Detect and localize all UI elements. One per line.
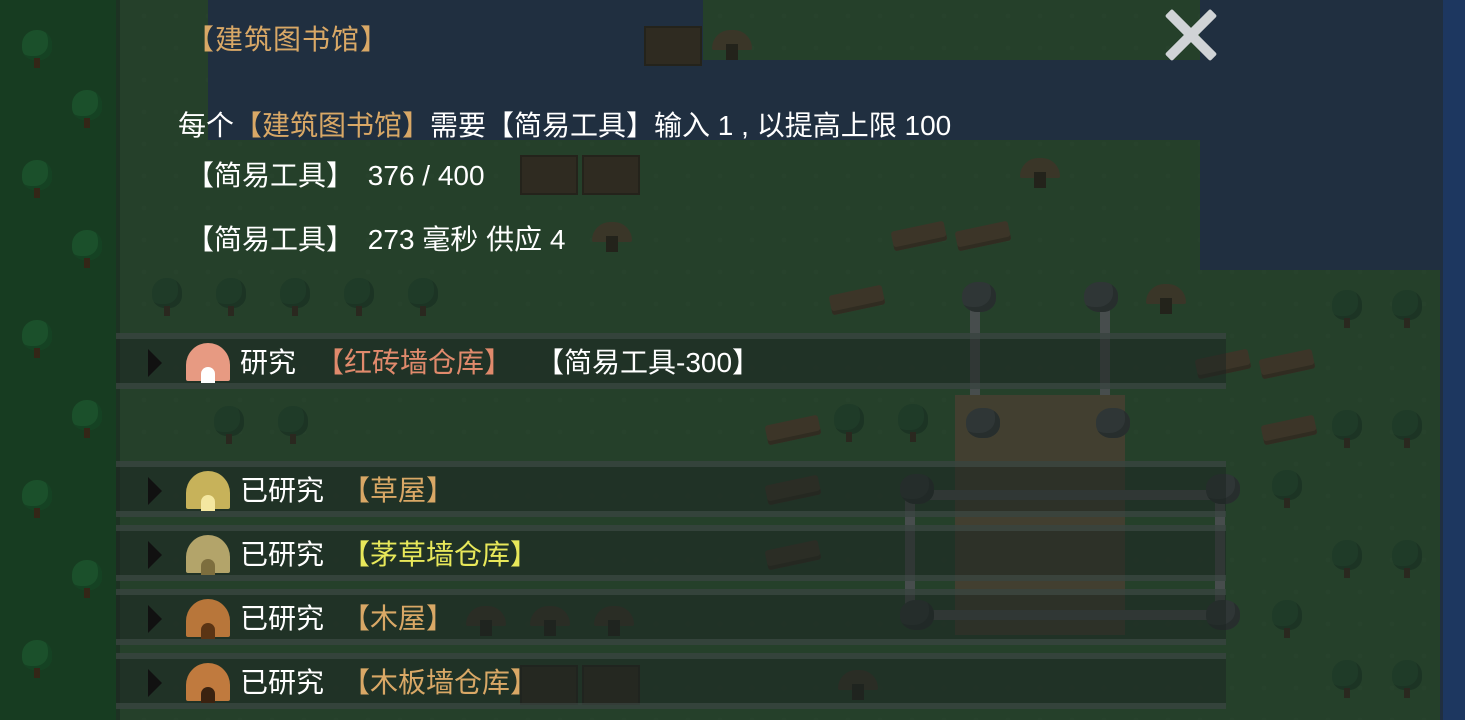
research-name: 【木板墙仓库】 [342, 667, 539, 698]
close-icon[interactable] [1162, 6, 1220, 64]
research-status: 已研究 [240, 667, 325, 698]
research-row-red-brick-warehouse[interactable]: 研究 【红砖墙仓库】 【简易工具-300】 [116, 333, 1226, 389]
tool-storage-value: 376 / 400 [367, 160, 485, 191]
research-name: 【草屋】 [342, 475, 455, 506]
research-row-thatch-warehouse[interactable]: 已研究 【茅草墙仓库】 [116, 525, 1226, 581]
thatch-hut-icon [184, 535, 232, 579]
expand-arrow-icon[interactable] [148, 349, 162, 377]
research-status: 已研究 [240, 539, 325, 570]
tool-storage: 【简易工具】 376 / 400 [186, 154, 485, 194]
tool-supply-value: 273 毫秒 供应 4 [367, 224, 566, 255]
tool-supply-label: 【简易工具】 [186, 224, 355, 255]
research-row-plank-warehouse[interactable]: 已研究 【木板墙仓库】 [116, 653, 1226, 709]
tool-storage-label: 【简易工具】 [186, 160, 355, 191]
upgrade-info-building: 【建筑图书馆】 [234, 110, 431, 141]
upgrade-info: 每个【建筑图书馆】需要【简易工具】输入 1 , 以提高上限 100 [178, 104, 951, 144]
tool-supply: 【简易工具】 273 毫秒 供应 4 [186, 218, 565, 258]
icon-door [201, 495, 215, 511]
expand-arrow-icon[interactable] [148, 669, 162, 697]
icon-door [201, 559, 215, 575]
panel-title: 【建筑图书馆】 [186, 24, 390, 55]
icon-door [201, 687, 215, 703]
research-name: 【茅草墙仓库】 [342, 539, 539, 570]
straw-hut-icon [184, 471, 232, 515]
research-cost: 【简易工具-300】 [536, 347, 761, 378]
wood-hut-icon [184, 599, 232, 643]
research-status: 研究 [240, 347, 297, 378]
research-name: 【木屋】 [342, 603, 455, 634]
research-row-straw-hut[interactable]: 已研究 【草屋】 [116, 461, 1226, 517]
icon-door [201, 367, 215, 383]
research-status: 已研究 [240, 603, 325, 634]
research-status: 已研究 [240, 475, 325, 506]
upgrade-info-prefix: 每个 [178, 110, 235, 141]
research-name: 【红砖墙仓库】 [316, 347, 513, 378]
expand-arrow-icon[interactable] [148, 477, 162, 505]
research-row-wood-hut[interactable]: 已研究 【木屋】 [116, 589, 1226, 645]
expand-arrow-icon[interactable] [148, 541, 162, 569]
expand-arrow-icon[interactable] [148, 605, 162, 633]
upgrade-info-text: 需要【简易工具】输入 1 , 以提高上限 100 [430, 110, 952, 141]
brick-hut-icon [184, 343, 232, 387]
plank-hut-icon [184, 663, 232, 707]
icon-door [201, 623, 215, 639]
